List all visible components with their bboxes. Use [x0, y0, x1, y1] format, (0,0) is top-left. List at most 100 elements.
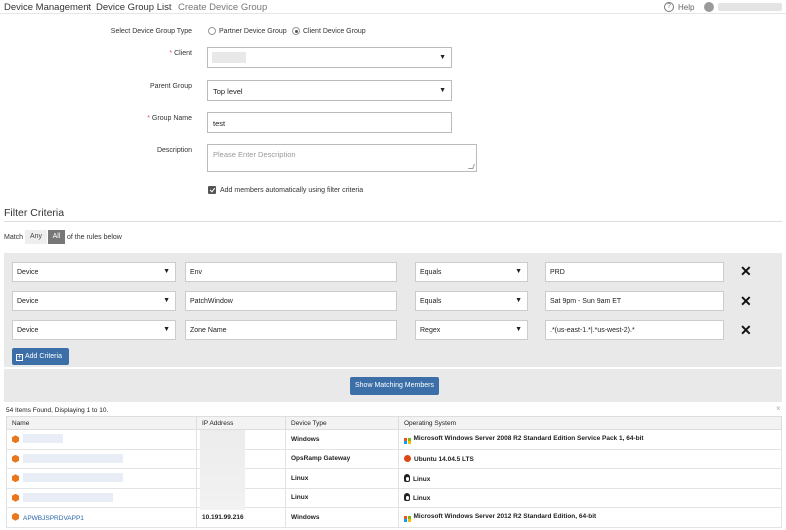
- name-cell[interactable]: APWBJSPRDVAPP1: [6, 507, 197, 528]
- breadcrumb-device-group-list[interactable]: Device Group List: [96, 2, 172, 13]
- add-criteria-label: Add Criteria: [25, 353, 62, 360]
- column-header-name[interactable]: Name: [6, 416, 197, 430]
- results-close-icon[interactable]: ×: [776, 404, 781, 413]
- chevron-down-icon: ▼: [163, 268, 170, 275]
- chevron-down-icon: ▼: [163, 297, 170, 304]
- description-placeholder: Please Enter Description: [213, 150, 296, 159]
- description-textarea[interactable]: Please Enter Description: [207, 144, 477, 172]
- rule-2-entity-value: Device: [17, 298, 39, 305]
- rule-2-attribute-input[interactable]: PatchWindow: [185, 291, 397, 311]
- add-criteria-button[interactable]: + Add Criteria: [12, 348, 69, 365]
- filter-criteria-title: Filter Criteria: [4, 207, 65, 219]
- client-select[interactable]: ▼: [207, 47, 452, 68]
- resize-grip-icon[interactable]: [468, 164, 475, 169]
- device-name-redacted[interactable]: [23, 434, 63, 444]
- client-label: * Client: [169, 50, 192, 57]
- breadcrumb-current-page: Create Device Group: [178, 2, 268, 13]
- user-name-redacted[interactable]: [718, 3, 782, 11]
- breadcrumb-separator: ›: [87, 1, 91, 12]
- rule-3-operator-select[interactable]: Regex ▼: [415, 320, 528, 340]
- linux-tux-icon: [404, 473, 410, 482]
- device-name-link[interactable]: APWBJSPRDVAPP1: [23, 515, 84, 522]
- chevron-down-icon: ▼: [515, 268, 522, 275]
- parent-group-label: Parent Group: [149, 83, 192, 90]
- radio-client-device-group[interactable]: Client Device Group: [292, 27, 366, 35]
- match-all-toggle[interactable]: All: [48, 230, 65, 244]
- rule-1-remove-icon[interactable]: ✕: [740, 264, 752, 278]
- name-cell[interactable]: [6, 487, 197, 508]
- rule-3-remove-icon[interactable]: ✕: [740, 323, 752, 337]
- results-table: Name IP Address Device Type Operating Sy…: [6, 416, 782, 528]
- client-value-redacted: [212, 52, 246, 63]
- os-value: Linux: [413, 495, 431, 503]
- rule-2-operator-select[interactable]: Equals ▼: [415, 291, 528, 311]
- show-matching-members-button[interactable]: Show Matching Members: [350, 377, 439, 395]
- parent-group-select[interactable]: Top level ▼: [207, 80, 452, 101]
- rule-2-value-input[interactable]: Sat 9pm - Sun 9am ET: [545, 291, 724, 311]
- chevron-down-icon: ▼: [515, 326, 522, 333]
- help-link[interactable]: ? Help: [664, 2, 694, 12]
- auto-add-members-checkbox[interactable]: Add members automatically using filter c…: [208, 186, 363, 194]
- radio-partner-device-group[interactable]: Partner Device Group: [208, 27, 287, 35]
- rule-3-value-input[interactable]: .*(us-east-1.*|.*us-west-2).*: [545, 320, 724, 340]
- results-summary: 54 Items Found, Displaying 1 to 10.: [6, 407, 109, 414]
- table-row[interactable]: Windows Microsoft Windows Server 2008 R2…: [6, 429, 782, 450]
- rules-suffix-text: of the rules below: [67, 234, 122, 241]
- required-mark: *: [169, 50, 173, 57]
- os-cell: Microsoft Windows Server 2012 R2 Standar…: [398, 507, 782, 528]
- table-row[interactable]: Linux Linux: [6, 487, 782, 508]
- rule-2-operator-value: Equals: [420, 298, 442, 305]
- aws-instance-icon: [12, 435, 19, 444]
- device-name-redacted[interactable]: [23, 473, 123, 483]
- chevron-down-icon: ▼: [163, 326, 170, 333]
- column-header-device-type[interactable]: Device Type: [285, 416, 399, 430]
- table-row[interactable]: APWBJSPRDVAPP1 10.191.99.216 Windows Mic…: [6, 507, 782, 528]
- radio-client-label: Client Device Group: [303, 27, 366, 35]
- chevron-down-icon: ▼: [515, 297, 522, 304]
- rule-1-value-input[interactable]: PRD: [545, 262, 724, 282]
- match-any-toggle[interactable]: Any: [25, 230, 47, 244]
- ip-addresses-redacted: [200, 430, 245, 510]
- os-cell: Linux: [398, 468, 782, 489]
- rule-3-attribute-input[interactable]: Zone Name: [185, 320, 397, 340]
- aws-instance-icon: [12, 474, 19, 483]
- rule-1-operator-value: Equals: [420, 269, 442, 276]
- parent-group-value: Top level: [213, 87, 243, 96]
- device-name-redacted[interactable]: [23, 453, 123, 463]
- os-value: Ubuntu 14.04.5 LTS: [414, 455, 474, 463]
- top-bar: Device Management › Device Group List › …: [0, 0, 786, 14]
- rule-3-entity-select[interactable]: Device ▼: [12, 320, 176, 340]
- device-type-cell: Linux: [285, 468, 399, 489]
- os-cell: Ubuntu 14.04.5 LTS: [398, 448, 782, 469]
- rule-2-remove-icon[interactable]: ✕: [740, 294, 752, 308]
- column-header-operating-system[interactable]: Operating System: [398, 416, 782, 430]
- radio-client-indicator: [292, 27, 300, 35]
- os-cell: Linux: [398, 487, 782, 508]
- rule-1-operator-select[interactable]: Equals ▼: [415, 262, 528, 282]
- aws-instance-icon: [12, 493, 19, 502]
- plus-icon: +: [16, 354, 23, 361]
- column-header-ip-address[interactable]: IP Address: [196, 416, 286, 430]
- rule-3-entity-value: Device: [17, 327, 39, 334]
- table-row[interactable]: Linux Linux: [6, 468, 782, 489]
- group-name-input[interactable]: test: [207, 112, 452, 133]
- os-value: Microsoft Windows Server 2008 R2 Standar…: [413, 434, 644, 442]
- rule-1-entity-select[interactable]: Device ▼: [12, 262, 176, 282]
- breadcrumb-device-management[interactable]: Device Management: [4, 2, 91, 13]
- name-cell[interactable]: [6, 468, 197, 489]
- match-label: Match: [4, 234, 24, 241]
- rule-1-attribute-input[interactable]: Env: [185, 262, 397, 282]
- rule-2-entity-select[interactable]: Device ▼: [12, 291, 176, 311]
- breadcrumb-separator: ›: [168, 1, 172, 12]
- device-name-redacted[interactable]: [23, 492, 113, 502]
- os-cell: Microsoft Windows Server 2008 R2 Standar…: [398, 429, 782, 450]
- device-type-cell: Linux: [285, 487, 399, 508]
- user-avatar-icon[interactable]: [704, 2, 714, 12]
- required-mark: *: [147, 115, 150, 122]
- aws-instance-icon: [12, 512, 19, 521]
- table-row[interactable]: OpsRamp Gateway Ubuntu 14.04.5 LTS: [6, 448, 782, 469]
- checkbox-checked-icon: [208, 186, 216, 194]
- name-cell[interactable]: [6, 448, 197, 469]
- name-cell[interactable]: [6, 429, 197, 450]
- rule-1-entity-value: Device: [17, 269, 39, 276]
